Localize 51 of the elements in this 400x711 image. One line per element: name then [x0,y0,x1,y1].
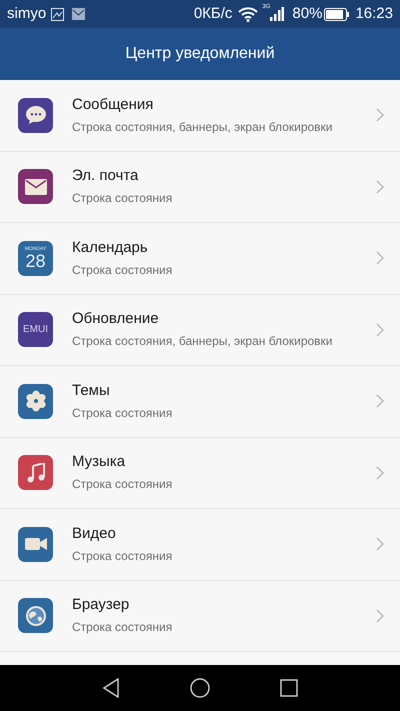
app-name: Календарь [72,238,149,258]
notification-types: Строка состояния [72,190,174,208]
app-list-item[interactable]: Эл. почта Строка состояния [0,152,400,223]
screen-title: Центр уведомлений [125,44,275,64]
app-name: Эл. почта [72,166,140,186]
wifi-icon [238,6,258,22]
chevron-right-icon [376,537,384,552]
notification-types: Строка состояния, баннеры, экран блокировки [72,333,334,350]
app-list-item[interactable]: Браузер Строка состояния [0,580,400,652]
chevron-right-icon [376,608,384,623]
app-name: Темы [72,380,111,401]
app-list-item[interactable]: EMUI Обновление Строка состояния, баннеры, экран блокировки [0,294,400,366]
app-list-item[interactable]: Музыка Строка состояния [0,438,400,509]
chevron-right-icon [376,322,384,337]
video-camera-icon [24,537,46,552]
back-button[interactable] [102,678,120,698]
mail-notification-icon [72,8,86,20]
app-list-item[interactable]: Сообщения Строка состояния, баннеры, экран блокировки [0,80,400,152]
signal-icon [270,7,284,21]
network-speed: 0КБ/с [194,4,232,24]
notification-types: Строка состояния [72,548,174,565]
app-name: Сообщения [72,94,154,115]
notification-types: Строка состояния [72,619,174,636]
chevron-right-icon [376,466,384,480]
carrier-name: simyo [7,4,46,24]
app-name: Музыка [72,452,126,472]
app-name: Обновление [72,309,160,330]
notification-types: Строка состояния [72,262,174,279]
app-list-item[interactable]: Видео Строка состояния [0,509,400,580]
speech-bubble-icon [24,105,46,126]
recent-apps-button[interactable] [280,679,298,697]
globe-icon [24,604,46,627]
app-name: Браузер [72,595,130,616]
chevron-right-icon [376,251,384,266]
calendar-date: 28 [25,252,46,270]
notification-types: Строка состояния [72,476,174,494]
app-list-item[interactable]: Темы Строка состояния [0,366,400,438]
battery-percent: 80% [292,4,322,24]
image-notification-icon [51,8,64,20]
chevron-right-icon [376,394,384,408]
notification-types: Строка состояния [72,404,174,422]
home-button[interactable] [190,678,210,698]
envelope-icon [24,178,46,195]
clock: 16:23 [355,4,393,24]
notification-types: Строка состояния, баннеры, экран блокировки [72,118,334,136]
app-name: Видео [72,524,117,544]
battery-icon [324,8,350,20]
chevron-right-icon [376,108,384,122]
update-logo: EMUI [23,323,48,338]
chevron-right-icon [376,180,384,194]
music-note-icon [26,462,44,483]
